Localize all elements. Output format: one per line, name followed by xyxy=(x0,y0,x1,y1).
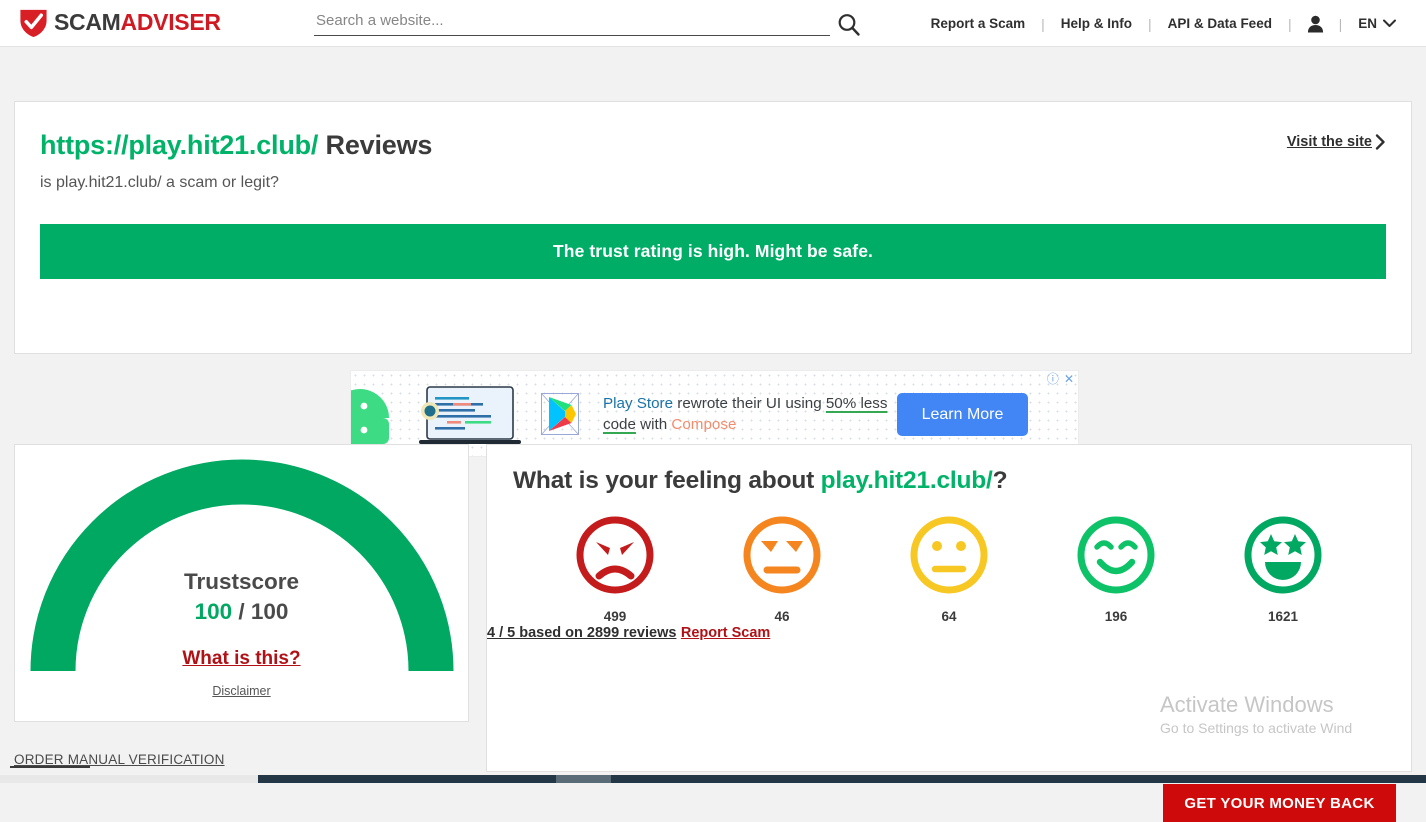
feeling-title-url: play.hit21.club/ xyxy=(821,467,993,494)
happy-face-icon xyxy=(1075,514,1157,596)
visit-the-site-label: Visit the site xyxy=(1287,134,1372,150)
laptop-icon xyxy=(413,385,527,447)
site-header: SCAMADVISER Report a Scam | Help & Info … xyxy=(0,0,1426,47)
face-happy[interactable]: 196 xyxy=(1075,514,1157,624)
logo-text-adviser: ADVISER xyxy=(121,9,221,35)
trustscore-max: 100 xyxy=(251,599,289,624)
ad-close-icon[interactable]: ✕ xyxy=(1064,373,1074,385)
page-body: https://play.hit21.club/ Reviews Visit t… xyxy=(0,47,1426,783)
face-neutral-count: 64 xyxy=(908,609,990,624)
ad-headline: Play Store rewrote their UI using 50% le… xyxy=(603,393,888,435)
nav-report-a-scam[interactable]: Report a Scam xyxy=(915,16,1042,31)
logo-text: SCAMADVISER xyxy=(54,7,221,38)
ad-headline-part4: with xyxy=(636,416,671,433)
trust-rating-banner: The trust rating is high. Might be safe. xyxy=(40,224,1386,279)
android-icon xyxy=(351,389,403,447)
report-scam-link[interactable]: Report Scam xyxy=(681,625,770,641)
ad-badges: ⓘ ✕ xyxy=(1047,373,1074,385)
ad-learn-more-button[interactable]: Learn More xyxy=(897,393,1028,436)
trustscore-number: 100 xyxy=(195,599,233,624)
what-is-this-link[interactable]: What is this? xyxy=(182,648,300,670)
page-subtitle: is play.hit21.club/ a scam or legit? xyxy=(40,173,1386,193)
horizontal-scrollbar-thumb[interactable] xyxy=(556,775,611,783)
feeling-title: What is your feeling about play.hit21.cl… xyxy=(513,467,1411,495)
shield-check-icon xyxy=(18,7,49,38)
angry-face-icon xyxy=(574,514,656,596)
nav-help-info[interactable]: Help & Info xyxy=(1045,16,1148,31)
search-icon xyxy=(836,12,862,38)
ad-headline-part1: Play Store xyxy=(603,395,673,412)
page-scroll-indicator xyxy=(10,766,90,768)
page-title-url: https://play.hit21.club/ xyxy=(40,130,318,160)
feeling-faces: 499 46 64 xyxy=(487,514,1411,624)
logo-text-scam: SCAM xyxy=(54,9,121,35)
search-button[interactable] xyxy=(836,12,862,38)
account-button[interactable] xyxy=(1292,15,1339,33)
trustscore-label: Trustscore xyxy=(15,568,468,596)
language-label: EN xyxy=(1358,16,1377,31)
visit-the-site-link[interactable]: Visit the site xyxy=(1287,134,1386,150)
header-nav: Report a Scam | Help & Info | API & Data… xyxy=(915,0,1402,47)
ad-info-icon[interactable]: ⓘ xyxy=(1047,373,1059,385)
face-angry[interactable]: 499 xyxy=(574,514,656,624)
face-annoyed-count: 46 xyxy=(741,609,823,624)
disclaimer-link[interactable]: Disclaimer xyxy=(15,684,468,698)
face-star-struck-count: 1621 xyxy=(1242,609,1324,624)
title-row: https://play.hit21.club/ Reviews Visit t… xyxy=(40,128,1386,162)
google-play-icon xyxy=(541,393,579,435)
browser-bottom-strip-left xyxy=(0,775,258,783)
chevron-down-icon xyxy=(1383,19,1396,28)
face-neutral[interactable]: 64 xyxy=(908,514,990,624)
chevron-right-icon xyxy=(1375,134,1386,150)
feeling-title-prefix: What is your feeling about xyxy=(513,467,821,494)
trustscore-value: 100 / 100 xyxy=(15,597,468,626)
feeling-title-suffix: ? xyxy=(993,467,1008,494)
face-annoyed[interactable]: 46 xyxy=(741,514,823,624)
trustscore-readout: Trustscore 100 / 100 What is this? Discl… xyxy=(15,568,468,698)
neutral-face-icon xyxy=(908,514,990,596)
site-overview-card: https://play.hit21.club/ Reviews Visit t… xyxy=(14,101,1412,354)
search-container xyxy=(314,8,830,36)
ad-headline-part5: Compose xyxy=(671,416,736,433)
face-angry-count: 499 xyxy=(574,609,656,624)
trustscore-separator: / xyxy=(232,599,251,624)
site-logo[interactable]: SCAMADVISER xyxy=(18,7,221,38)
ad-headline-part2: rewrote their UI using xyxy=(673,395,826,412)
face-star-struck[interactable]: 1621 xyxy=(1242,514,1324,624)
feeling-card: What is your feeling about play.hit21.cl… xyxy=(486,444,1412,772)
order-manual-verification-link[interactable]: ORDER MANUAL VERIFICATION xyxy=(14,752,225,767)
language-selector[interactable]: EN xyxy=(1342,16,1402,31)
page-title: https://play.hit21.club/ Reviews xyxy=(40,128,432,162)
search-input[interactable] xyxy=(314,8,830,36)
face-happy-count: 196 xyxy=(1075,609,1157,624)
page-title-suffix: Reviews xyxy=(318,130,432,160)
trustscore-card: Trustscore 100 / 100 What is this? Discl… xyxy=(14,444,469,722)
star-struck-face-icon xyxy=(1242,514,1324,596)
reviews-summary-link[interactable]: 4 / 5 based on 2899 reviews xyxy=(487,625,676,641)
get-your-money-back-button[interactable]: GET YOUR MONEY BACK xyxy=(1163,784,1396,822)
user-icon xyxy=(1307,15,1324,33)
nav-api-data-feed[interactable]: API & Data Feed xyxy=(1152,16,1288,31)
annoyed-face-icon xyxy=(741,514,823,596)
